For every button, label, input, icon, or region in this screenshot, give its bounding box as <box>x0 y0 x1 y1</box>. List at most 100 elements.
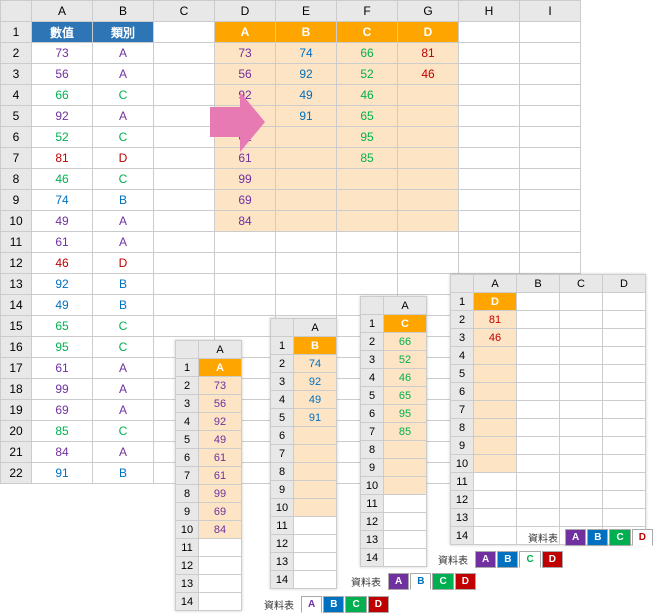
mini-cell[interactable] <box>517 419 560 437</box>
mini-cell[interactable] <box>517 437 560 455</box>
right-cell[interactable] <box>337 211 398 232</box>
mini-cell[interactable] <box>560 455 603 473</box>
value-cell[interactable]: 61 <box>32 358 93 379</box>
right-cell[interactable]: 56 <box>215 64 276 85</box>
value-cell[interactable]: 73 <box>32 43 93 64</box>
col-hdr[interactable]: A <box>474 275 517 293</box>
cell[interactable] <box>154 274 215 295</box>
row-hdr[interactable]: 3 <box>271 373 294 391</box>
sheet-tab-B[interactable]: B <box>410 573 431 590</box>
sheet-tab-C[interactable]: C <box>519 551 540 568</box>
row-hdr[interactable]: 9 <box>451 437 474 455</box>
right-cell[interactable] <box>215 232 276 253</box>
sheet-tab-B[interactable]: B <box>323 596 344 613</box>
cell[interactable] <box>520 253 581 274</box>
row-hdr[interactable]: 22 <box>1 463 32 484</box>
mini-sheet-D[interactable]: ABCD1D2813464567891011121314 <box>450 274 646 545</box>
mini-cell[interactable] <box>294 463 337 481</box>
col-hdr[interactable]: D <box>603 275 646 293</box>
cell[interactable] <box>154 64 215 85</box>
col-hdr[interactable]: A <box>199 341 242 359</box>
category-cell[interactable]: B <box>93 190 154 211</box>
right-cell[interactable]: 81 <box>398 43 459 64</box>
row-hdr[interactable]: 7 <box>176 467 199 485</box>
right-header[interactable]: A <box>215 22 276 43</box>
right-cell[interactable]: 99 <box>215 169 276 190</box>
mini-cell[interactable]: 46 <box>474 329 517 347</box>
mini-cell[interactable] <box>603 365 646 383</box>
value-cell[interactable]: 92 <box>32 106 93 127</box>
mini-cell[interactable]: 61 <box>199 467 242 485</box>
mini-cell[interactable]: 73 <box>199 377 242 395</box>
right-cell[interactable] <box>337 169 398 190</box>
mini-cell[interactable] <box>603 473 646 491</box>
cell[interactable] <box>154 127 215 148</box>
mini-cell[interactable] <box>294 499 337 517</box>
row-hdr[interactable]: 4 <box>271 391 294 409</box>
value-cell[interactable]: 46 <box>32 253 93 274</box>
row-hdr[interactable]: 14 <box>176 593 199 611</box>
sheet-tab-A[interactable]: A <box>388 573 409 590</box>
category-cell[interactable]: A <box>93 43 154 64</box>
row-hdr[interactable]: 6 <box>361 405 384 423</box>
right-cell[interactable] <box>398 85 459 106</box>
value-cell[interactable]: 85 <box>32 421 93 442</box>
category-cell[interactable]: D <box>93 148 154 169</box>
mini-cell[interactable]: 66 <box>384 333 427 351</box>
mini-cell[interactable]: 52 <box>384 351 427 369</box>
mini-cell[interactable] <box>603 491 646 509</box>
col-hdr-F[interactable]: F <box>337 1 398 22</box>
mini-cell[interactable] <box>517 473 560 491</box>
cell[interactable] <box>520 232 581 253</box>
mini-cell[interactable]: 56 <box>199 395 242 413</box>
row-hdr[interactable]: 5 <box>1 106 32 127</box>
right-header[interactable]: B <box>276 22 337 43</box>
row-hdr[interactable]: 15 <box>1 316 32 337</box>
row-hdr[interactable]: 5 <box>271 409 294 427</box>
cell[interactable] <box>459 43 520 64</box>
right-cell[interactable] <box>276 190 337 211</box>
row-hdr[interactable]: 13 <box>361 531 384 549</box>
category-cell[interactable]: A <box>93 106 154 127</box>
mini-cell[interactable] <box>517 383 560 401</box>
mini-cell[interactable]: 92 <box>294 373 337 391</box>
category-cell[interactable]: A <box>93 379 154 400</box>
mini-cell[interactable] <box>603 329 646 347</box>
right-cell[interactable]: 74 <box>276 43 337 64</box>
row-hdr[interactable]: 6 <box>451 383 474 401</box>
row-hdr[interactable]: 11 <box>176 539 199 557</box>
mini-cell[interactable] <box>474 437 517 455</box>
row-hdr[interactable]: 20 <box>1 421 32 442</box>
value-cell[interactable]: 95 <box>32 337 93 358</box>
row-hdr[interactable]: 10 <box>271 499 294 517</box>
cell[interactable] <box>520 22 581 43</box>
category-cell[interactable]: C <box>93 169 154 190</box>
cell[interactable] <box>520 106 581 127</box>
mini-cell[interactable] <box>384 549 427 567</box>
sheet-tab-C[interactable]: C <box>345 596 366 613</box>
value-cell[interactable]: 66 <box>32 85 93 106</box>
category-cell[interactable]: C <box>93 337 154 358</box>
mini-cell[interactable] <box>603 401 646 419</box>
right-cell[interactable]: 73 <box>215 43 276 64</box>
mini-cell[interactable]: 49 <box>199 431 242 449</box>
cell[interactable] <box>459 211 520 232</box>
right-cell[interactable] <box>398 253 459 274</box>
value-cell[interactable]: 84 <box>32 442 93 463</box>
mini-cell[interactable] <box>560 491 603 509</box>
cell[interactable] <box>154 85 215 106</box>
row-hdr[interactable]: 9 <box>1 190 32 211</box>
category-cell[interactable]: C <box>93 85 154 106</box>
category-cell[interactable]: B <box>93 463 154 484</box>
row-hdr[interactable]: 14 <box>451 527 474 545</box>
row-hdr[interactable]: 10 <box>451 455 474 473</box>
cell[interactable] <box>154 190 215 211</box>
row-hdr[interactable]: 2 <box>271 355 294 373</box>
cell[interactable] <box>459 22 520 43</box>
cell[interactable] <box>154 106 215 127</box>
right-cell[interactable] <box>337 232 398 253</box>
row-hdr[interactable]: 6 <box>271 427 294 445</box>
cell[interactable] <box>154 211 215 232</box>
category-cell[interactable]: A <box>93 400 154 421</box>
category-cell[interactable]: C <box>93 127 154 148</box>
